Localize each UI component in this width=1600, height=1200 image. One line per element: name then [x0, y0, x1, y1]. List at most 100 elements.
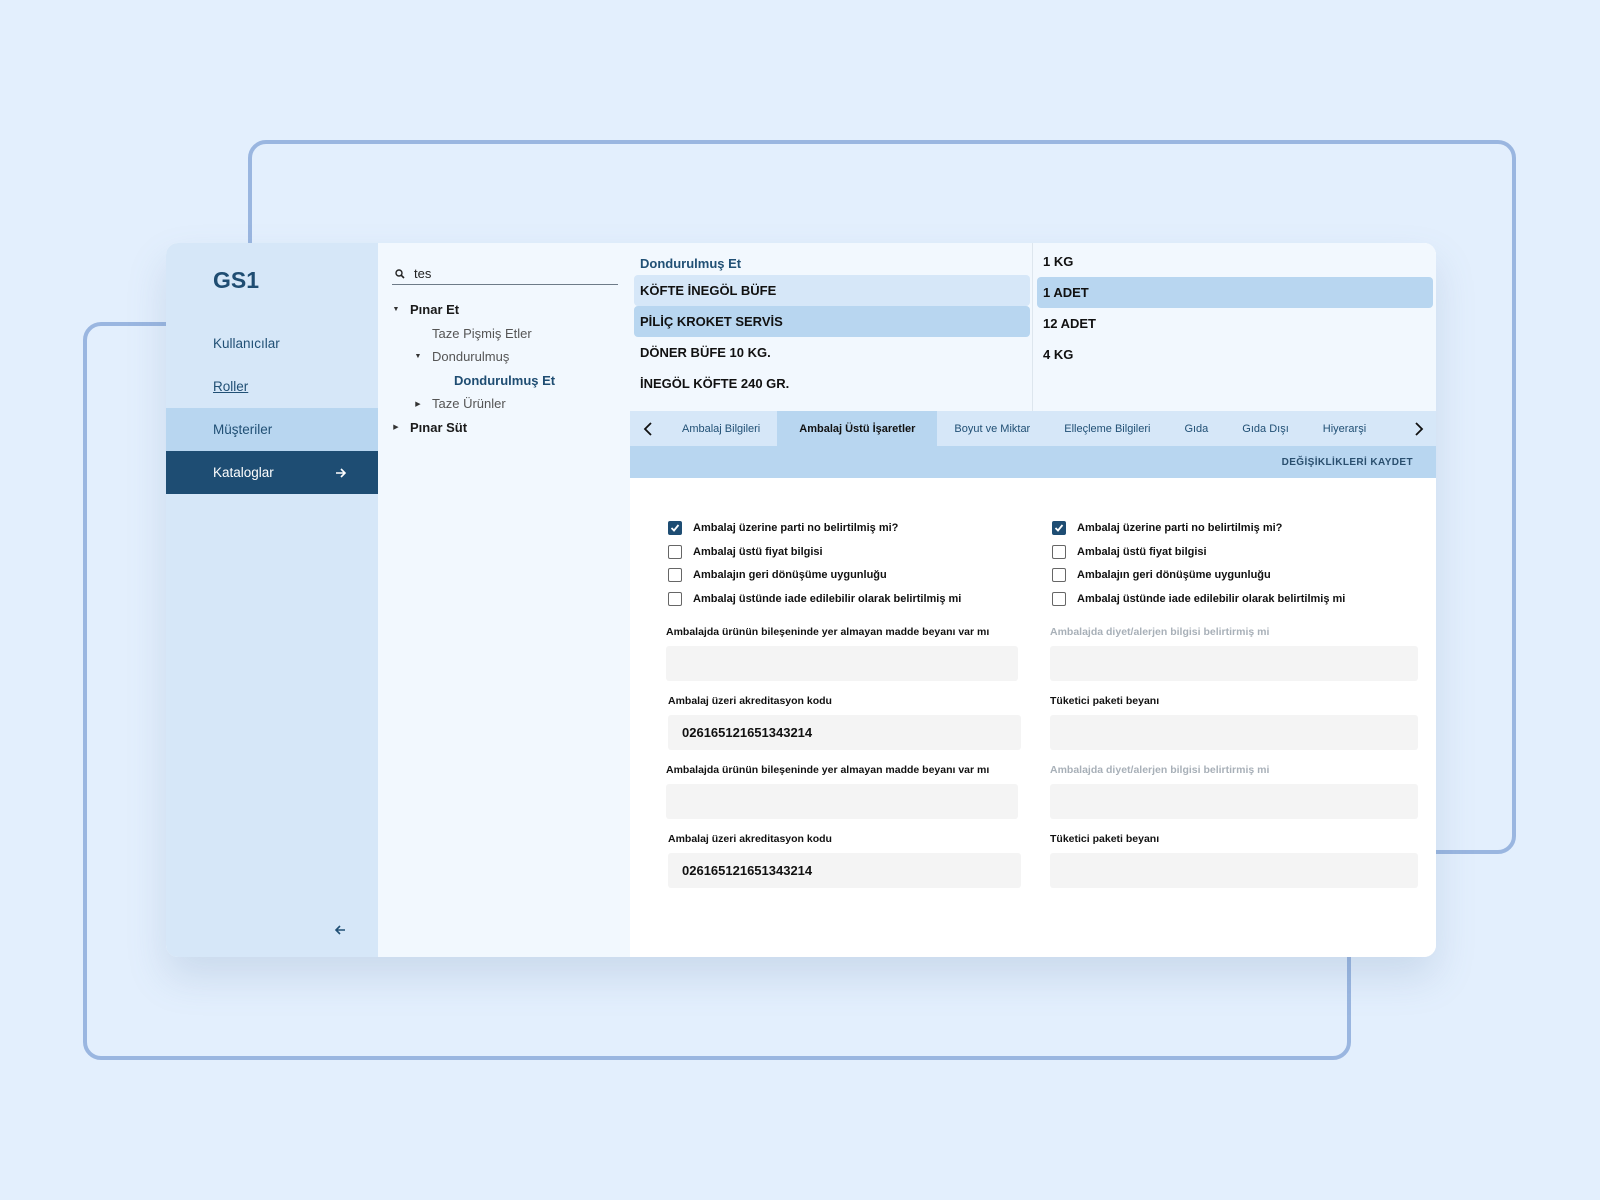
arrow-right-icon	[336, 467, 347, 478]
allergen-field: Ambalajda diyet/alerjen bilgisi belirtir…	[1050, 626, 1418, 681]
list-item[interactable]: 12 ADET	[1037, 308, 1433, 339]
checkbox-label: Ambalaj üstü fiyat bilgisi	[693, 545, 823, 558]
tree-node[interactable]: ▶ Pınar Süt	[390, 416, 555, 440]
tab-packaging-markings[interactable]: Ambalaj Üstü İşaretler	[777, 411, 938, 446]
sidebar-item-label: Roller	[213, 379, 249, 394]
logo: GS1	[213, 267, 260, 293]
package-list: 1 KG 1 ADET 12 ADET 4 KG	[1032, 243, 1436, 411]
consumer-package-input[interactable]	[1050, 715, 1418, 750]
caret-down-icon[interactable]: ▼	[390, 306, 402, 313]
save-bar: DEĞİŞİKLİKLERİ KAYDET	[630, 446, 1436, 478]
tree-node-label: Dondurulmuş	[432, 349, 510, 365]
product-lists: Dondurulmuş Et KÖFTE İNEGÖL BÜFE PİLİÇ K…	[630, 243, 1436, 411]
checkbox-label: Ambalaj üzerine parti no belirtilmiş mi?	[693, 521, 899, 534]
checkbox-group-right: Ambalaj üzerine parti no belirtilmiş mi?…	[1052, 516, 1412, 611]
chevron-right-icon	[1414, 421, 1423, 436]
tree-node-label: Pınar Et	[410, 302, 460, 318]
sidebar-item-label: Kullanıcılar	[213, 336, 280, 351]
tab-non-food[interactable]: Gıda Dışı	[1225, 411, 1305, 446]
checkbox[interactable]	[1052, 544, 1066, 559]
checkbox-row[interactable]: Ambalaj üstünde iade edilebilir olarak b…	[668, 587, 1028, 611]
checkbox[interactable]	[1052, 591, 1066, 606]
tree-node[interactable]: ▼ Pınar Et	[390, 298, 555, 322]
list-item[interactable]: 1 KG	[1037, 246, 1433, 277]
allergen-input	[1050, 646, 1418, 681]
field-label: Ambalaj üzeri akreditasyon kodu	[668, 833, 832, 845]
sidebar: GS1 Kullanıcılar Roller Müşteriler Katal…	[166, 243, 378, 957]
checkbox-checked[interactable]	[1052, 520, 1066, 535]
tab-packaging-info[interactable]: Ambalaj Bilgileri	[665, 411, 777, 446]
consumer-package-input[interactable]	[1050, 853, 1418, 888]
sidebar-item-catalogs[interactable]: Kataloglar	[166, 451, 378, 494]
tab-scroll-right-button[interactable]	[1401, 411, 1436, 446]
tab-food[interactable]: Gıda	[1167, 411, 1225, 446]
product-list: Dondurulmuş Et KÖFTE İNEGÖL BÜFE PİLİÇ K…	[630, 243, 1032, 411]
list-item[interactable]: İNEGÖL KÖFTE 240 GR.	[634, 368, 1030, 399]
caret-right-icon[interactable]: ▶	[390, 423, 402, 431]
tree-node[interactable]: ▼ Dondurulmuş	[390, 345, 555, 369]
checkbox-row[interactable]: Ambalaj üstünde iade edilebilir olarak b…	[1052, 587, 1412, 611]
ingredient-declaration-field: Ambalajda ürünün bileşeninde yer almayan…	[666, 626, 1018, 681]
tree-node-label: Pınar Süt	[410, 419, 468, 435]
sidebar-item-label: Müşteriler	[213, 422, 273, 437]
checkbox[interactable]	[668, 544, 682, 559]
checkbox[interactable]	[668, 568, 682, 583]
ingredient-declaration-input[interactable]	[666, 784, 1018, 819]
checkbox-row[interactable]: Ambalajın geri dönüşüme uygunluğu	[1052, 563, 1412, 587]
accreditation-code-input[interactable]: 026165121651343214	[668, 715, 1021, 750]
field-label: Ambalajda ürünün bileşeninde yer almayan…	[666, 626, 990, 638]
caret-right-icon[interactable]: ▶	[412, 400, 424, 408]
checkbox-label: Ambalajın geri dönüşüme uygunluğu	[1077, 569, 1271, 582]
field-label: Ambalajda diyet/alerjen bilgisi belirtir…	[1050, 626, 1270, 638]
checkbox-label: Ambalaj üzerine parti no belirtilmiş mi?	[1077, 521, 1283, 534]
checkbox-row[interactable]: Ambalajın geri dönüşüme uygunluğu	[668, 563, 1028, 587]
tree-node[interactable]: ▼Taze Pişmiş Etler	[390, 322, 555, 346]
tree-node-label: Taze Ürünler	[432, 396, 506, 412]
list-item[interactable]: DÖNER BÜFE 10 KG.	[634, 337, 1030, 368]
list-item-selected[interactable]: PİLİÇ KROKET SERVİS	[634, 306, 1030, 337]
list-item[interactable]: 4 KG	[1037, 339, 1433, 370]
checkbox-checked[interactable]	[668, 520, 682, 535]
checkbox-group-left: Ambalaj üzerine parti no belirtilmiş mi?…	[668, 516, 1028, 611]
checkbox-row[interactable]: Ambalaj üzerine parti no belirtilmiş mi?	[668, 516, 1028, 540]
consumer-package-field: Tüketici paketi beyanı	[1050, 695, 1418, 750]
caret-down-icon[interactable]: ▼	[412, 353, 424, 360]
collapse-sidebar-icon[interactable]	[333, 923, 347, 937]
checkbox-label: Ambalaj üstü fiyat bilgisi	[1077, 545, 1207, 558]
allergen-field: Ambalajda diyet/alerjen bilgisi belirtir…	[1050, 764, 1418, 819]
sidebar-item-roles[interactable]: Roller	[166, 365, 378, 408]
checkbox-label: Ambalajın geri dönüşüme uygunluğu	[693, 569, 887, 582]
list-item-selected[interactable]: 1 ADET	[1037, 277, 1433, 308]
sidebar-item-customers[interactable]: Müşteriler	[166, 408, 378, 451]
tab-handling-info[interactable]: Elleçleme Bilgileri	[1047, 411, 1167, 446]
tab-size-quantity[interactable]: Boyut ve Miktar	[937, 411, 1047, 446]
ingredient-declaration-input[interactable]	[666, 646, 1018, 681]
accreditation-code-input[interactable]: 026165121651343214	[668, 853, 1021, 888]
category-tree-panel: ▼ Pınar Et ▼Taze Pişmiş Etler ▼ Dondurulmu…	[378, 243, 630, 957]
field-label: Tüketici paketi beyanı	[1050, 695, 1160, 707]
field-label: Ambalajda diyet/alerjen bilgisi belirtir…	[1050, 764, 1270, 776]
accreditation-code-field: Ambalaj üzeri akreditasyon kodu 02616512…	[668, 695, 1021, 750]
tree-node-label: Dondurulmuş Et	[454, 372, 556, 388]
checkbox-label: Ambalaj üstünde iade edilebilir olarak b…	[1077, 592, 1346, 605]
save-changes-button[interactable]: DEĞİŞİKLİKLERİ KAYDET	[1282, 457, 1413, 468]
checkmark-icon	[670, 524, 680, 532]
search-input[interactable]	[414, 266, 604, 281]
chevron-left-icon	[643, 421, 652, 436]
field-label: Ambalaj üzeri akreditasyon kodu	[668, 695, 832, 707]
checkbox[interactable]	[668, 591, 682, 606]
tree-node-selected[interactable]: Dondurulmuş Et	[390, 369, 555, 393]
checkbox-row[interactable]: Ambalaj üstü fiyat bilgisi	[668, 540, 1028, 564]
checkbox[interactable]	[1052, 568, 1066, 583]
checkmark-icon	[1054, 524, 1064, 532]
checkbox-row[interactable]: Ambalaj üzerine parti no belirtilmiş mi?	[1052, 516, 1412, 540]
tab-scroll-left-button[interactable]	[630, 411, 665, 446]
checkbox-row[interactable]: Ambalaj üstü fiyat bilgisi	[1052, 540, 1412, 564]
app-window: GS1 Kullanıcılar Roller Müşteriler Katal…	[166, 243, 1436, 957]
sidebar-item-label: Kataloglar	[213, 465, 274, 480]
tab-bar: Ambalaj Bilgileri Ambalaj Üstü İşaretler…	[630, 411, 1436, 446]
tab-hierarchy[interactable]: Hiyerarşi	[1306, 411, 1383, 446]
sidebar-item-users[interactable]: Kullanıcılar	[166, 322, 378, 365]
list-item[interactable]: KÖFTE İNEGÖL BÜFE	[634, 275, 1030, 306]
tree-node[interactable]: ▶ Taze Ürünler	[390, 392, 555, 416]
